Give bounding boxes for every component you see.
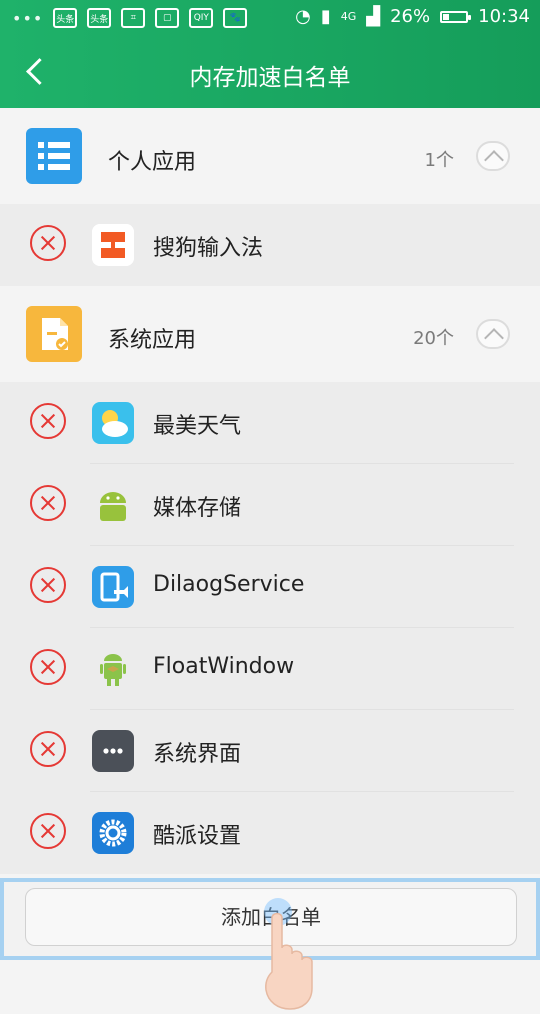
list-item: 最美天气: [0, 382, 540, 464]
android-icon: [92, 484, 134, 526]
news-badge: 头条: [53, 8, 78, 28]
page-title: 内存加速白名单: [189, 65, 351, 91]
system-apps-list: 最美天气 媒体存储 DilaogService FloatWindow 系统界面…: [0, 382, 540, 874]
remove-dialog-button[interactable]: [30, 567, 66, 603]
android-cube-svg: [100, 654, 126, 686]
app-name: 系统界面: [153, 742, 242, 767]
weather-svg: [102, 410, 128, 437]
app-name: 搜狗输入法: [153, 236, 264, 261]
app-name: 酷派设置: [153, 824, 242, 849]
clock: 10:34: [478, 6, 530, 27]
system-doc-svg: [42, 318, 68, 350]
section-personal-apps[interactable]: 个人应用 1个: [0, 108, 540, 204]
remove-systemui-button[interactable]: [30, 731, 66, 767]
battery-percent: 26%: [390, 6, 431, 27]
system-doc-icon: [26, 306, 82, 362]
status-right: ◔ ▮ 4G ▟ 26% 10:34: [295, 6, 530, 27]
remove-sogou-button[interactable]: [30, 225, 66, 261]
more-dots-svg: [103, 748, 123, 754]
collapse-system-button[interactable]: [476, 319, 510, 349]
sogou-logo: [92, 224, 134, 266]
signal-icon: ▟: [366, 6, 381, 27]
message-icon: ▢: [155, 8, 180, 28]
dialog-service-icon: [92, 566, 134, 608]
weather-icon: [92, 402, 134, 444]
wifi-icon: ◔: [295, 6, 311, 27]
network-type: 4G: [340, 10, 357, 23]
baidu-icon: 🐾: [223, 8, 248, 28]
list-item: 酷派设置: [0, 792, 540, 874]
section-system-apps[interactable]: 系统应用 20个: [0, 286, 540, 382]
list-item: 媒体存储: [0, 464, 540, 546]
section-count-system: 20个: [413, 328, 454, 349]
list-icon-svg: [38, 142, 70, 170]
iqiyi-badge: QIY: [189, 8, 214, 28]
sogou-icon: [92, 224, 134, 266]
dialog-service-svg: [100, 572, 128, 602]
android-cube-icon: [92, 648, 134, 690]
list-item: DilaogService: [0, 546, 540, 628]
remove-media-button[interactable]: [30, 485, 66, 521]
battery-icon: [440, 10, 472, 23]
finger-svg: [265, 912, 313, 1010]
section-title-personal: 个人应用: [108, 150, 197, 175]
page-header: 内存加速白名单: [0, 38, 540, 108]
app-name: DilaogService: [153, 572, 305, 597]
gear-icon: [92, 812, 134, 854]
list-item: FloatWindow: [0, 628, 540, 710]
remove-floatwindow-button[interactable]: [30, 649, 66, 685]
remove-settings-button[interactable]: [30, 813, 66, 849]
list-icon: [26, 128, 82, 184]
collapse-personal-button[interactable]: [476, 141, 510, 171]
gear-svg: [99, 819, 127, 847]
finger-pointer-icon: [262, 910, 320, 1010]
notification-dots: •••: [12, 8, 44, 28]
status-bar: ••• 头条 头条 ⌗ ▢ QIY 🐾 ◔ ▮ 4G ▟ 26% 10:34: [0, 0, 540, 38]
personal-apps-list: 搜狗输入法: [0, 204, 540, 286]
app-name: FloatWindow: [153, 654, 295, 679]
list-item: 系统界面: [0, 710, 540, 792]
app-name: 最美天气: [153, 414, 242, 439]
section-count-personal: 1个: [424, 150, 454, 171]
section-title-system: 系统应用: [108, 328, 197, 353]
app-name: 媒体存储: [153, 496, 242, 521]
top-bar: ••• 头条 头条 ⌗ ▢ QIY 🐾 ◔ ▮ 4G ▟ 26% 10:34 内…: [0, 0, 540, 108]
battery-fill: [443, 13, 450, 20]
android-svg: [100, 492, 126, 521]
list-item: 搜狗输入法: [0, 204, 540, 286]
sim-icon: ▮: [320, 6, 331, 27]
scan-icon: ⌗: [121, 8, 146, 28]
news-badge-2: 头条: [87, 8, 112, 28]
more-dots-icon: [92, 730, 134, 772]
status-left: ••• 头条 头条 ⌗ ▢ QIY 🐾: [12, 8, 248, 28]
remove-weather-button[interactable]: [30, 403, 66, 439]
